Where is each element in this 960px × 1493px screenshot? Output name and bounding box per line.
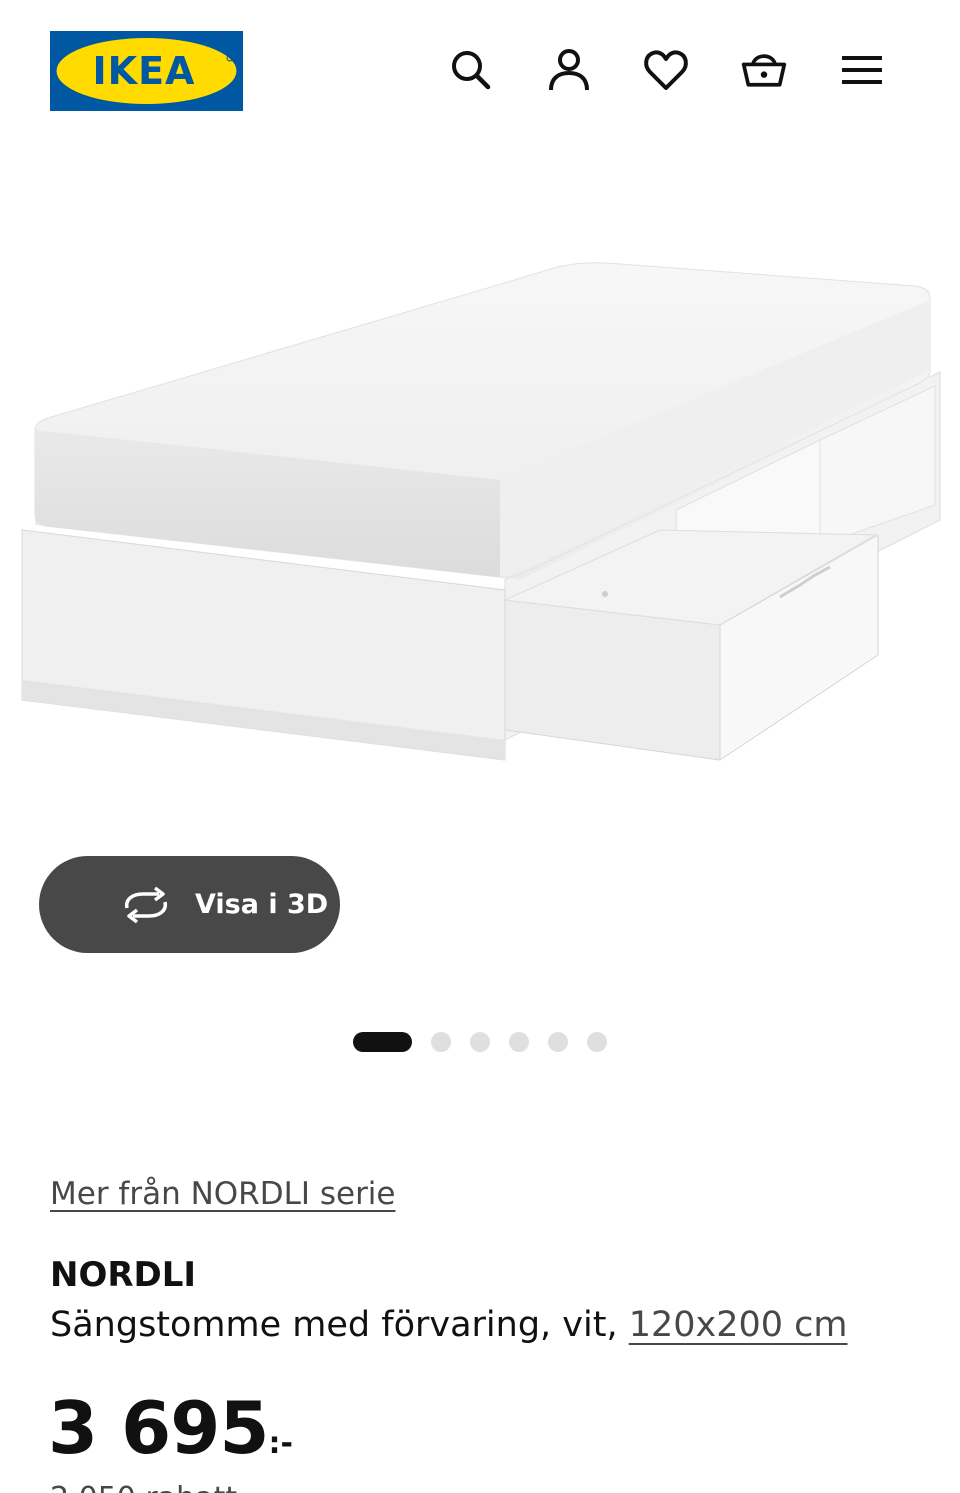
top-header: IKEA	[0, 0, 960, 140]
product-image-bed[interactable]	[0, 119, 960, 850]
product-name: NORDLI	[50, 1255, 197, 1295]
view-in-3d-button[interactable]: Visa i 3D	[39, 856, 340, 953]
product-price: 3 695:-	[48, 1388, 293, 1468]
price-suffix: :-	[268, 1426, 293, 1461]
ikea-logo-graphic: IKEA	[50, 31, 243, 111]
search-icon[interactable]	[447, 46, 495, 94]
carousel-dot[interactable]	[509, 1032, 529, 1052]
carousel-dot[interactable]	[431, 1032, 451, 1052]
carousel-dot[interactable]	[548, 1032, 568, 1052]
product-description: Sängstomme med förvaring, vit, 120x200 c…	[50, 1302, 848, 1348]
rotate-3d-icon	[119, 886, 173, 924]
size-link[interactable]: 120x200 cm	[629, 1305, 848, 1345]
product-description-text: Sängstomme med förvaring, vit,	[50, 1305, 629, 1345]
menu-hamburger-icon[interactable]	[838, 46, 886, 94]
favorites-heart-icon[interactable]	[642, 46, 690, 94]
carousel-dot[interactable]	[587, 1032, 607, 1052]
account-icon[interactable]	[545, 46, 593, 94]
ikea-logo-text: IKEA	[93, 49, 196, 93]
ikea-logo[interactable]: IKEA	[50, 31, 243, 111]
series-link[interactable]: Mer från NORDLI serie	[50, 1172, 396, 1216]
cart-basket-icon[interactable]	[740, 46, 788, 94]
carousel-dot[interactable]	[470, 1032, 490, 1052]
carousel-dot-active[interactable]	[353, 1032, 412, 1052]
price-integer: 3 695	[48, 1386, 269, 1470]
price-discount-text: 2 050 rabatt	[50, 1482, 237, 1493]
view-in-3d-label: Visa i 3D	[195, 889, 329, 920]
